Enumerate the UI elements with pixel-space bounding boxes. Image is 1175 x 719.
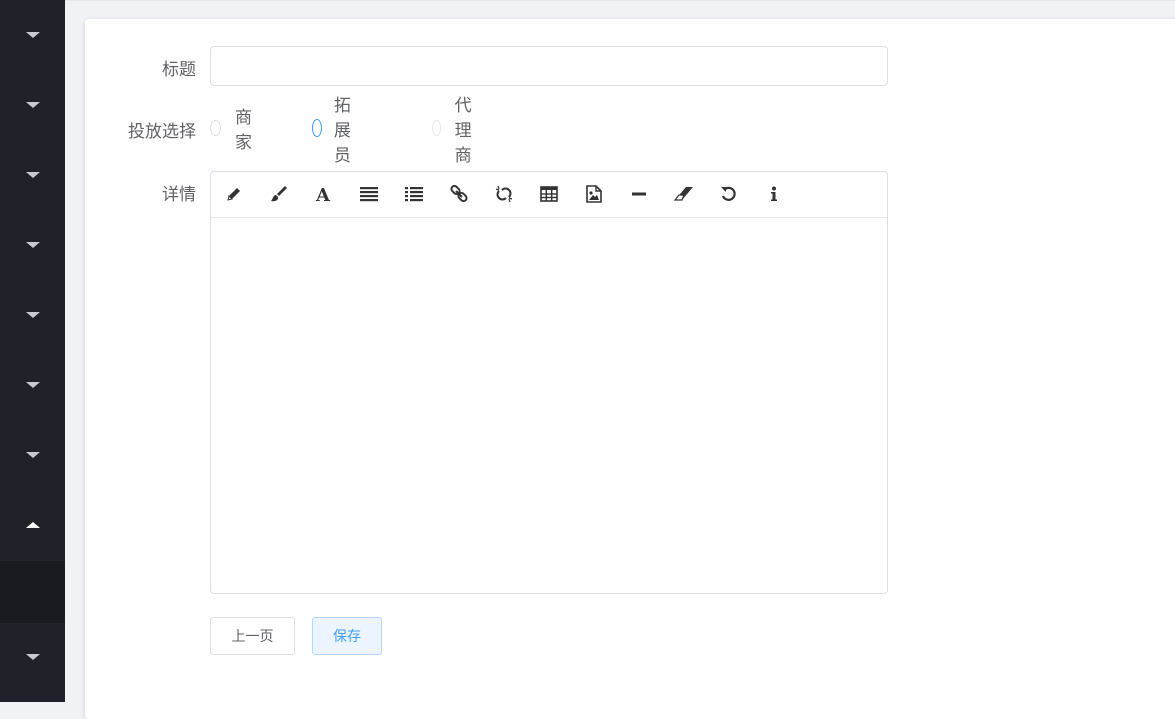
radio-expander[interactable]: 拓展员	[312, 96, 359, 166]
sidebar-menu-item-4[interactable]	[0, 225, 65, 265]
sidebar	[0, 0, 65, 702]
radio-circle[interactable]	[312, 119, 322, 137]
header-divider	[65, 0, 1175, 1]
caret-down-icon	[25, 102, 40, 108]
horizontal-rule-icon[interactable]	[628, 183, 650, 205]
editor-toolbar: A	[211, 172, 887, 218]
caret-up-icon	[25, 522, 40, 528]
radio-agent[interactable]: 代理商	[432, 96, 479, 166]
previous-page-button[interactable]: 上一页	[210, 617, 295, 655]
radio-label: 代理商	[454, 95, 472, 166]
undo-icon[interactable]	[718, 183, 740, 205]
editor-content-area[interactable]	[211, 218, 887, 593]
sidebar-menu-item-3[interactable]	[0, 155, 65, 195]
title-label: 标题	[162, 60, 196, 80]
target-label: 投放选择	[128, 122, 196, 142]
radio-circle[interactable]	[432, 120, 441, 136]
detail-label: 详情	[162, 185, 196, 205]
sidebar-menu-item-9[interactable]	[0, 637, 65, 677]
image-icon[interactable]	[583, 183, 605, 205]
caret-down-icon	[25, 654, 40, 660]
rich-text-editor: A	[210, 171, 888, 594]
info-icon[interactable]	[763, 183, 785, 205]
radio-merchant[interactable]: 商家	[210, 108, 257, 153]
caret-down-icon	[25, 452, 40, 458]
caret-down-icon	[25, 242, 40, 248]
radio-label: 拓展员	[333, 95, 351, 166]
sidebar-submenu-item-active[interactable]	[0, 561, 65, 623]
font-icon[interactable]: A	[313, 183, 335, 205]
caret-down-icon	[25, 172, 40, 178]
pencil-icon[interactable]	[223, 183, 245, 205]
svg-text:A: A	[315, 185, 331, 203]
unlink-icon[interactable]	[493, 183, 515, 205]
align-justify-icon[interactable]	[358, 183, 380, 205]
brush-icon[interactable]	[268, 183, 290, 205]
table-icon[interactable]	[538, 183, 560, 205]
link-icon[interactable]	[448, 183, 470, 205]
sidebar-menu-item-2[interactable]	[0, 85, 65, 125]
sidebar-menu-item-7[interactable]	[0, 435, 65, 475]
radio-circle[interactable]	[210, 120, 222, 136]
sidebar-menu-item-5[interactable]	[0, 295, 65, 335]
caret-down-icon	[25, 312, 40, 318]
save-button[interactable]: 保存	[312, 617, 382, 655]
sidebar-menu-item-1[interactable]	[0, 15, 65, 55]
caret-down-icon	[25, 32, 40, 38]
title-input[interactable]	[210, 46, 888, 86]
caret-down-icon	[25, 382, 40, 388]
sidebar-menu-item-6[interactable]	[0, 365, 65, 405]
sidebar-menu-item-8-expanded[interactable]	[0, 505, 65, 545]
radio-label: 商家	[235, 108, 253, 153]
eraser-icon[interactable]	[673, 183, 695, 205]
list-icon[interactable]	[403, 183, 425, 205]
